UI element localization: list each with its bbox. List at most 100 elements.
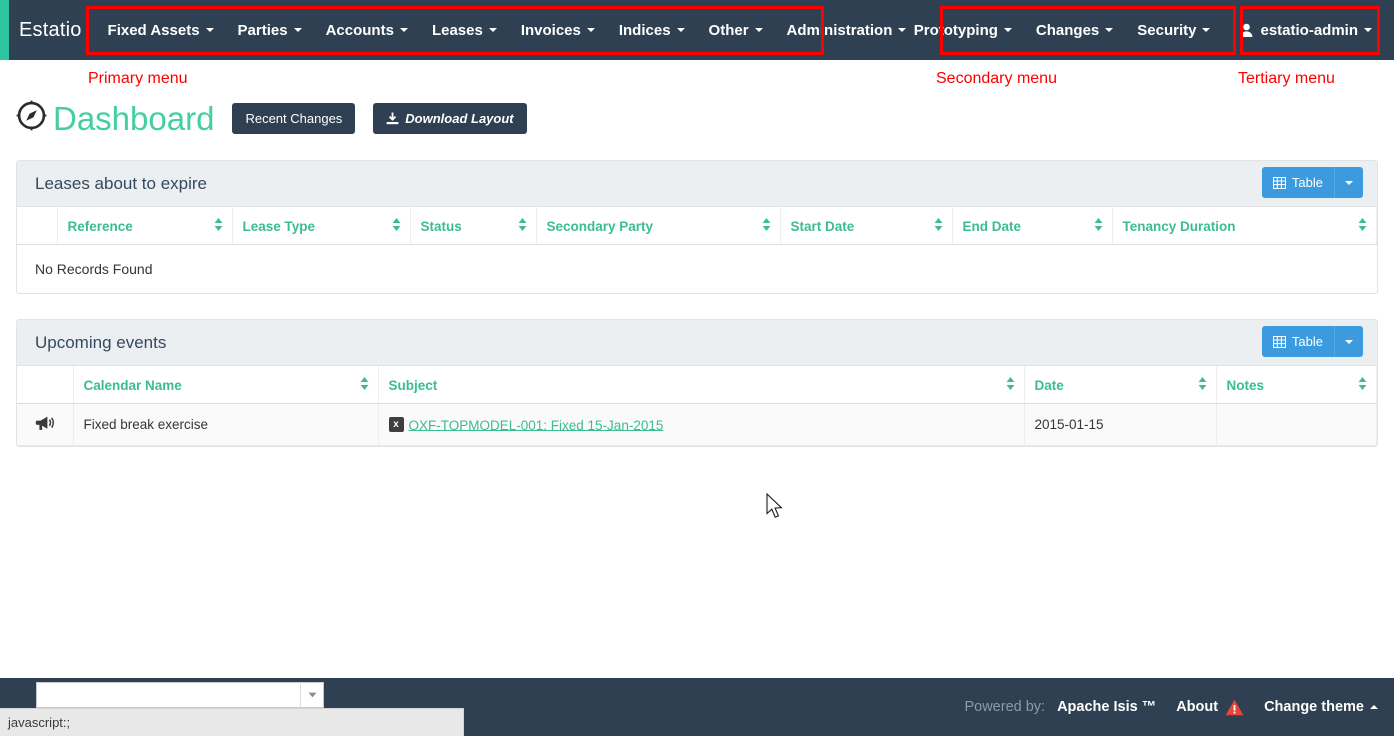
- sort-icon[interactable]: [1198, 377, 1207, 393]
- column-header-calendar-name[interactable]: Calendar Name: [73, 366, 378, 404]
- browser-status-bar: javascript:;: [0, 708, 464, 736]
- column-header-date[interactable]: Date: [1024, 366, 1216, 404]
- leases-table: Reference Lease Type Status Secondary Pa…: [17, 207, 1377, 245]
- navbar-right-group: Prototyping Changes Security estatio-adm…: [902, 0, 1394, 60]
- app-root: Estatio Fixed Assets Parties Accounts Le…: [0, 0, 1394, 736]
- sort-icon[interactable]: [934, 218, 943, 234]
- column-header-end-date[interactable]: End Date: [952, 207, 1112, 245]
- sort-icon[interactable]: [1006, 377, 1015, 393]
- menu-label: Changes: [1036, 22, 1099, 39]
- menu-item-accounts[interactable]: Accounts: [314, 0, 420, 60]
- cell-subject: x OXF-TOPMODEL-001: Fixed 15-Jan-2015: [378, 404, 1024, 446]
- column-header-reference[interactable]: Reference: [57, 207, 232, 245]
- user-icon: [1240, 23, 1253, 37]
- menu-item-fixed-assets[interactable]: Fixed Assets: [96, 0, 226, 60]
- column-label: Status: [421, 219, 462, 234]
- theme-select[interactable]: [36, 682, 324, 708]
- panel-upcoming-events: Upcoming events Table: [16, 319, 1378, 447]
- table-view-dropdown-button[interactable]: [1334, 326, 1363, 357]
- column-header-notes[interactable]: Notes: [1216, 366, 1377, 404]
- status-text: javascript:;: [8, 715, 70, 730]
- menu-item-changes[interactable]: Changes: [1024, 0, 1125, 60]
- menu-item-user-account[interactable]: estatio-admin: [1222, 0, 1394, 60]
- menu-label: Other: [709, 22, 749, 39]
- menu-item-parties[interactable]: Parties: [226, 0, 314, 60]
- column-label: Date: [1035, 378, 1064, 393]
- page-header: Dashboard Recent Changes Download Layout: [0, 60, 1394, 155]
- column-header-secondary-party[interactable]: Secondary Party: [536, 207, 780, 245]
- table-header-blank: [17, 366, 73, 404]
- apache-isis-link[interactable]: Apache Isis ™: [1057, 699, 1156, 715]
- sort-icon[interactable]: [214, 218, 223, 234]
- column-label: Lease Type: [243, 219, 316, 234]
- sort-icon[interactable]: [1358, 377, 1367, 393]
- mouse-cursor: [766, 493, 786, 526]
- table-view-dropdown-button[interactable]: [1334, 167, 1363, 198]
- subject-link[interactable]: OXF-TOPMODEL-001: Fixed 15-Jan-2015: [409, 417, 664, 432]
- menu-label: Security: [1137, 22, 1196, 39]
- sort-icon[interactable]: [392, 218, 401, 234]
- column-header-status[interactable]: Status: [410, 207, 536, 245]
- compass-icon: [16, 100, 47, 136]
- button-label: Table: [1292, 175, 1323, 190]
- column-header-lease-type[interactable]: Lease Type: [232, 207, 410, 245]
- column-header-start-date[interactable]: Start Date: [780, 207, 952, 245]
- dropdown-arrow-icon[interactable]: [301, 682, 323, 708]
- panel-header: Leases about to expire Table: [17, 161, 1377, 207]
- menu-label: Parties: [238, 22, 288, 39]
- change-theme-link[interactable]: Change theme: [1264, 699, 1378, 715]
- button-label: Recent Changes: [245, 111, 342, 126]
- column-label: Notes: [1227, 378, 1265, 393]
- chevron-down-icon: [755, 28, 763, 32]
- chevron-down-icon: [206, 28, 214, 32]
- column-header-subject[interactable]: Subject: [378, 366, 1024, 404]
- upcoming-events-table: Calendar Name Subject Date Notes: [17, 366, 1377, 446]
- button-label: Table: [1292, 334, 1323, 349]
- sort-icon[interactable]: [360, 377, 369, 393]
- download-icon: [386, 112, 399, 125]
- sort-icon[interactable]: [762, 218, 771, 234]
- table-view-button[interactable]: Table: [1262, 326, 1334, 357]
- menu-item-indices[interactable]: Indices: [607, 0, 697, 60]
- menu-item-administration[interactable]: Administration: [775, 0, 919, 60]
- menu-item-invoices[interactable]: Invoices: [509, 0, 607, 60]
- page-title-row: Dashboard Recent Changes Download Layout: [16, 100, 527, 136]
- menu-label: Invoices: [521, 22, 581, 39]
- brand-logo[interactable]: Estatio: [9, 19, 96, 42]
- chevron-down-icon: [1345, 181, 1353, 185]
- footer-right-group: Powered by: Apache Isis ™ About Change t…: [964, 699, 1378, 716]
- column-label: Tenancy Duration: [1123, 219, 1236, 234]
- menu-label: Accounts: [326, 22, 394, 39]
- view-switch-group: Table: [1262, 326, 1363, 357]
- warning-icon: [1225, 699, 1244, 716]
- menu-item-prototyping[interactable]: Prototyping: [902, 0, 1024, 60]
- panel-leases-about-to-expire: Leases about to expire Table: [16, 160, 1378, 294]
- link-label: Apache Isis ™: [1057, 699, 1156, 715]
- menu-label: Fixed Assets: [108, 22, 200, 39]
- menu-item-security[interactable]: Security: [1125, 0, 1222, 60]
- chevron-down-icon: [1364, 28, 1372, 32]
- table-view-button[interactable]: Table: [1262, 167, 1334, 198]
- column-label: Secondary Party: [547, 219, 654, 234]
- download-layout-button[interactable]: Download Layout: [373, 103, 526, 134]
- view-switch-group: Table: [1262, 167, 1363, 198]
- panel-title: Leases about to expire: [35, 174, 207, 194]
- column-header-tenancy-duration[interactable]: Tenancy Duration: [1112, 207, 1377, 245]
- sort-icon[interactable]: [1094, 218, 1103, 234]
- about-link[interactable]: About: [1176, 699, 1244, 716]
- sort-icon[interactable]: [518, 218, 527, 234]
- chevron-down-icon: [1202, 28, 1210, 32]
- chevron-down-icon: [587, 28, 595, 32]
- megaphone-icon: [35, 419, 54, 434]
- menu-item-other[interactable]: Other: [697, 0, 775, 60]
- chevron-down-icon: [489, 28, 497, 32]
- tertiary-menu: estatio-admin: [1222, 0, 1394, 60]
- chevron-down-icon: [294, 28, 302, 32]
- close-icon[interactable]: x: [389, 417, 404, 432]
- menu-label: Administration: [787, 22, 893, 39]
- menu-item-leases[interactable]: Leases: [420, 0, 509, 60]
- sort-icon[interactable]: [1358, 218, 1367, 234]
- table-row[interactable]: Fixed break exercise xOXF-TOPMODEL-001: …: [17, 404, 1377, 446]
- column-label: Start Date: [791, 219, 855, 234]
- recent-changes-button[interactable]: Recent Changes: [232, 103, 355, 134]
